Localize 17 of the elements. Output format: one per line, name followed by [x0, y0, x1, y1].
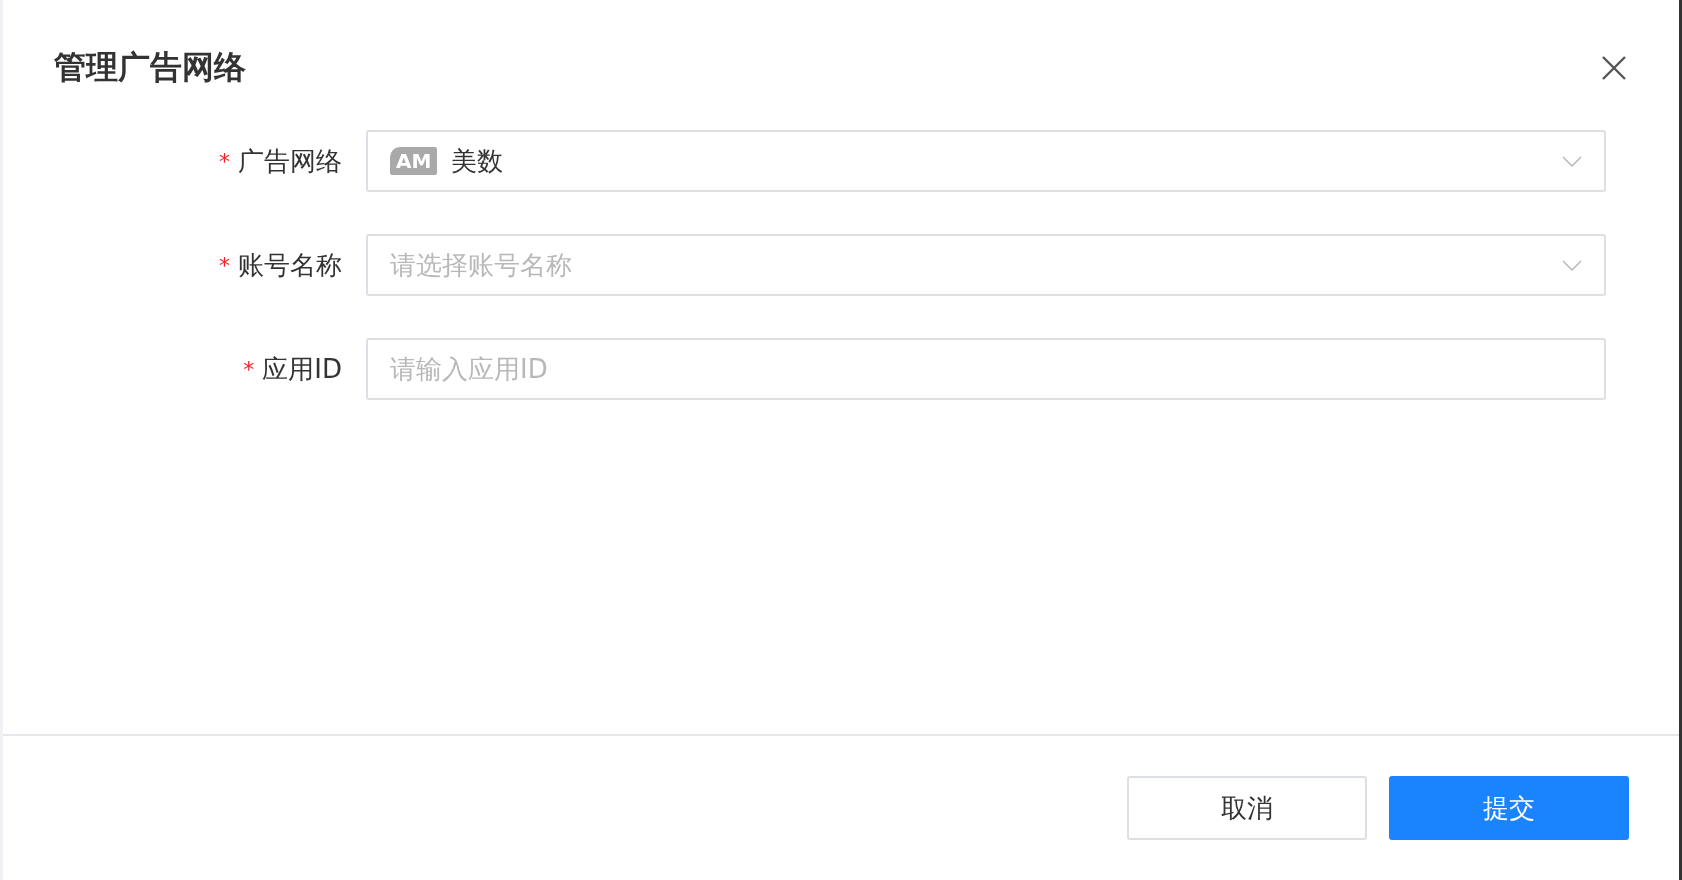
logo-icon: AM: [390, 147, 438, 175]
field-label: 账号名称: [238, 248, 342, 282]
cancel-button[interactable]: 取消: [1127, 776, 1367, 840]
dialog-title: 管理广告网络: [54, 47, 246, 88]
select-value: 美数: [451, 144, 504, 178]
field-label: 广告网络: [238, 144, 342, 178]
required-mark: *: [219, 148, 230, 174]
close-icon[interactable]: [1601, 55, 1627, 81]
chevron-down-icon: [1562, 155, 1582, 167]
required-mark: *: [243, 356, 255, 382]
submit-button[interactable]: 提交: [1389, 776, 1629, 840]
required-mark: *: [219, 252, 230, 278]
field-label: 应用ID: [262, 352, 342, 386]
select-placeholder: 请选择账号名称: [390, 248, 572, 282]
input-field[interactable]: 请输入应用ID: [366, 338, 1606, 400]
select-field[interactable]: AM 美数: [366, 130, 1606, 192]
chevron-down-icon: [1562, 259, 1582, 271]
